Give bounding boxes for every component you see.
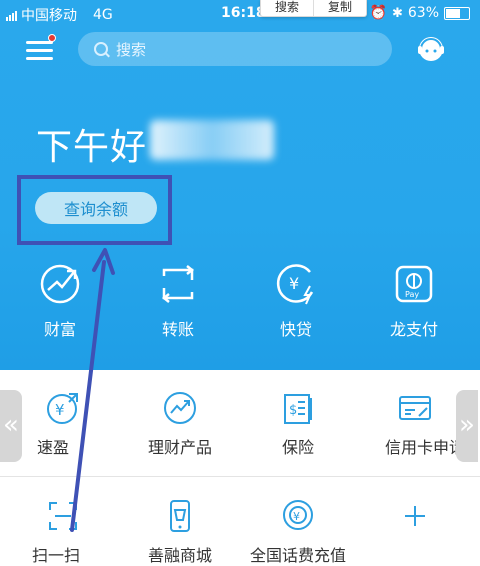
plus-icon (405, 506, 425, 526)
feature-long-pay[interactable]: Pay 龙支付 (374, 262, 454, 340)
service-wealth-products-label: 理财产品 (147, 438, 212, 457)
scroll-left-arrow[interactable]: « (0, 390, 22, 462)
service-scan[interactable]: 扫一扫 (8, 498, 118, 566)
context-menu-copy[interactable]: 复制 (314, 0, 366, 16)
feature-long-pay-label: 龙支付 (389, 320, 438, 339)
long-pay-icon: Pay (395, 265, 433, 303)
customer-service-icon[interactable] (414, 32, 448, 66)
scroll-right-arrow[interactable]: » (456, 390, 478, 462)
annotation-box (17, 175, 172, 245)
services-grid: ¥ 速盈 理财产品 $ 保险 信用卡申请 扫一扫 善融商城 ¥ 全国话费充值 (0, 370, 480, 565)
context-menu-search[interactable]: 搜索 (261, 0, 315, 16)
context-menu: 搜索 复制 (260, 0, 368, 17)
feature-transfer[interactable]: 转账 (138, 262, 218, 340)
signal-icon (6, 10, 17, 21)
battery-level: 63% (407, 5, 439, 21)
insurance-icon: $ (284, 394, 312, 424)
search-placeholder: 搜索 (116, 41, 147, 59)
quick-loan-yen: ¥ (289, 274, 299, 293)
long-pay-text: Pay (405, 290, 419, 299)
blurred-username (150, 120, 274, 160)
menu-button[interactable] (26, 34, 56, 60)
phone-recharge-icon: ¥ (283, 500, 313, 530)
search-icon (94, 42, 108, 56)
suying-icon: ¥ (47, 393, 78, 424)
scan-icon (49, 502, 77, 530)
wealth-icon (40, 264, 80, 304)
status-bar: 中国移动 4G 16:18 ⏰ ✱ 63% (0, 0, 480, 26)
phone-recharge-yen: ¥ (293, 510, 300, 523)
wealth-products-icon (164, 392, 196, 424)
feature-quick-loan-label: 快贷 (279, 320, 312, 339)
clock: 16:18 (221, 5, 266, 21)
service-phone-recharge[interactable]: ¥ 全国话费充值 (243, 498, 353, 566)
service-mall-label: 善融商城 (147, 546, 212, 565)
service-credit-card[interactable]: 信用卡申请 (360, 390, 470, 458)
credit-card-icon (399, 396, 431, 420)
alarm-icon: ⏰ (369, 5, 387, 21)
transfer-icon (161, 265, 195, 303)
notification-dot (48, 34, 56, 42)
service-insurance-label: 保险 (281, 438, 314, 457)
suying-yen: ¥ (55, 401, 65, 419)
service-wealth-products[interactable]: 理财产品 (125, 390, 235, 458)
service-mall[interactable]: 善融商城 (125, 498, 235, 566)
carrier-name: 中国移动 (21, 8, 77, 24)
feature-quick-loan[interactable]: ¥ 快贷 (256, 262, 336, 340)
add-service-button[interactable] (360, 498, 470, 534)
bluetooth-icon: ✱ (391, 5, 403, 21)
service-phone-recharge-label: 全国话费充值 (249, 546, 346, 565)
feature-wealth-label: 财富 (43, 320, 76, 339)
search-input[interactable]: 搜索 (78, 32, 392, 66)
quick-loan-icon: ¥ (276, 264, 314, 305)
greeting-text: 下午好 (36, 127, 148, 168)
service-suying[interactable]: ¥ 速盈 (8, 390, 118, 458)
service-scan-label: 扫一扫 (31, 546, 80, 565)
feature-transfer-label: 转账 (161, 320, 194, 339)
feature-wealth[interactable]: 财富 (20, 262, 100, 340)
service-insurance[interactable]: $ 保险 (243, 390, 353, 458)
svg-text:$: $ (289, 403, 297, 418)
network-type: 4G (93, 7, 113, 23)
mall-icon (170, 500, 190, 532)
battery-icon (444, 6, 470, 20)
grid-divider (0, 476, 480, 477)
